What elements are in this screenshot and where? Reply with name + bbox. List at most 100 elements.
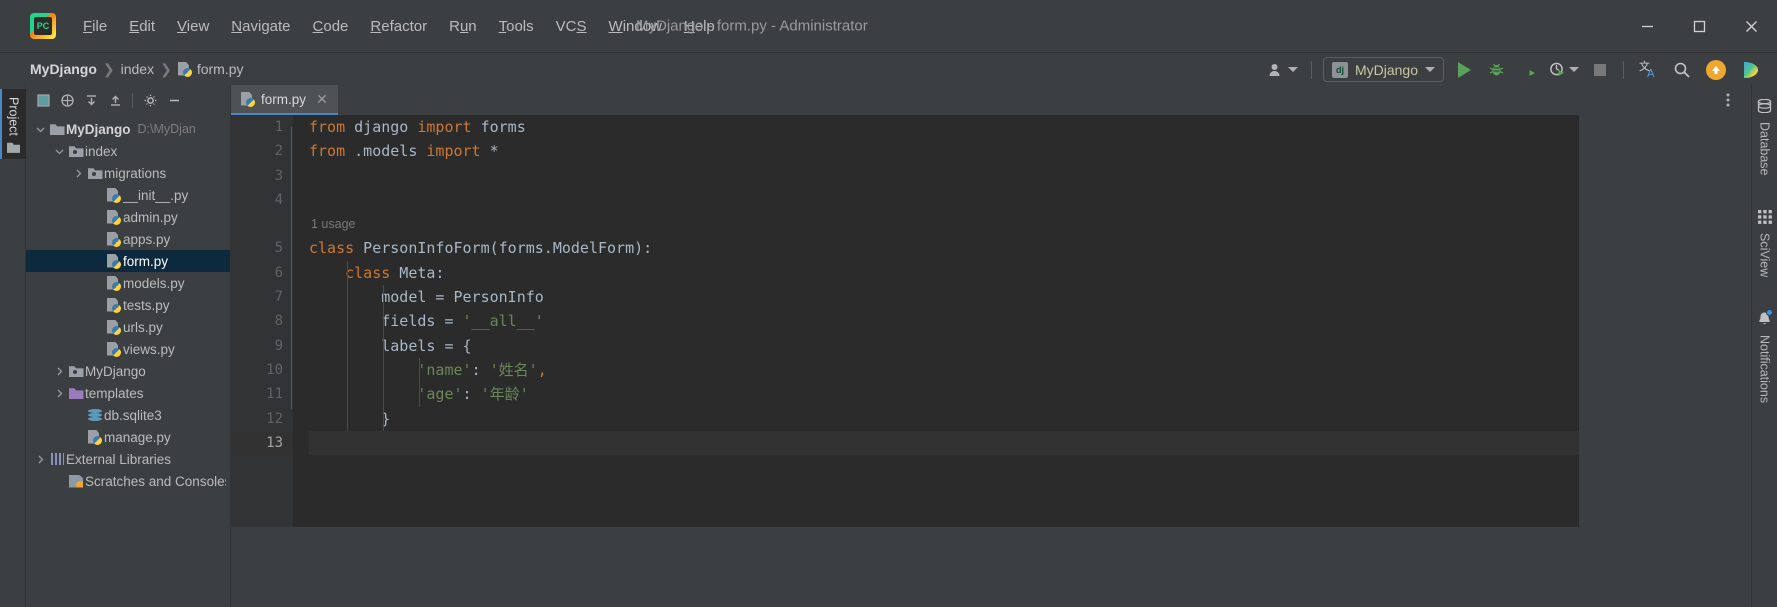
debug-button[interactable]	[1482, 57, 1510, 83]
code-token: django	[345, 118, 418, 136]
tree-item[interactable]: apps.py	[26, 228, 230, 250]
sidebar-item-database[interactable]: Database	[1755, 97, 1774, 178]
chevron-right-icon	[76, 169, 81, 177]
project-tree[interactable]: MyDjango D:\MyDjan index migrations __init__…	[26, 115, 230, 607]
tree-item[interactable]: tests.py	[26, 294, 230, 316]
minimize-button[interactable]	[1621, 0, 1673, 52]
tree-item[interactable]: __init__.py	[26, 184, 230, 206]
code-line[interactable]: 'age': '年龄'	[309, 382, 1751, 406]
tree-item[interactable]: admin.py	[26, 206, 230, 228]
close-button[interactable]	[1725, 0, 1777, 52]
search-everywhere-button[interactable]	[1667, 57, 1697, 83]
code-line[interactable]: 'name': '姓名',	[309, 358, 1751, 382]
translate-button[interactable]: 文 A	[1633, 57, 1663, 83]
sidebar-item-notifications[interactable]: Notifications	[1755, 308, 1774, 405]
menu-item-run[interactable]: Run	[438, 14, 488, 39]
run-button[interactable]	[1450, 57, 1478, 83]
menu-item-refactor[interactable]: Refactor	[359, 14, 438, 39]
tree-item[interactable]: migrations	[26, 162, 230, 184]
code-line[interactable]	[309, 164, 1751, 188]
code-editor[interactable]: 1234 5678910111213 ✔ from django import …	[231, 115, 1751, 607]
chevron-down-icon	[1425, 67, 1435, 72]
code-line[interactable]: labels = {	[309, 334, 1751, 358]
tree-expand-toggle[interactable]	[51, 389, 67, 398]
code-line[interactable]	[309, 188, 1751, 212]
tree-item-icon	[67, 145, 85, 157]
tree-expand-toggle[interactable]	[32, 125, 48, 134]
select-opened-file-button[interactable]	[32, 89, 54, 111]
update-button[interactable]	[1701, 57, 1731, 83]
ide-feature-button[interactable]	[1735, 57, 1765, 83]
sidebar-item-project[interactable]: Project	[0, 89, 26, 159]
menu-item-file[interactable]: File	[72, 14, 118, 39]
tree-expand-toggle[interactable]	[51, 367, 67, 376]
run-configuration-selector[interactable]: dj MyDjango	[1322, 57, 1444, 82]
tree-item[interactable]: MyDjango	[26, 360, 230, 382]
code-token: :	[471, 360, 490, 379]
play-icon	[1457, 61, 1471, 78]
tree-item[interactable]: models.py	[26, 272, 230, 294]
tree-expand-toggle[interactable]	[70, 169, 86, 178]
code-line[interactable]: class Meta:	[309, 261, 1751, 285]
scroll-from-source-button[interactable]	[56, 89, 78, 111]
code-token: 'name'	[417, 360, 472, 379]
tree-item-icon	[105, 298, 123, 313]
menu-item-navigate[interactable]: Navigate	[220, 14, 301, 39]
stop-button[interactable]	[1586, 57, 1614, 83]
tree-expand-toggle[interactable]	[32, 455, 48, 464]
breadcrumb-item-mydjango[interactable]: MyDjango	[26, 60, 101, 78]
code-token: import	[426, 142, 481, 161]
tree-item[interactable]: Scratches and Consoles	[26, 470, 230, 492]
tree-item[interactable]: urls.py	[26, 316, 230, 338]
menu-item-tools[interactable]: Tools	[488, 14, 545, 39]
tree-item[interactable]: External Libraries	[26, 448, 230, 470]
close-icon[interactable]: ✕	[315, 91, 329, 108]
sidebar-item-sciview[interactable]: SciView	[1756, 208, 1774, 279]
code-line[interactable]: fields = '__all__'	[309, 309, 1751, 333]
tree-item[interactable]: MyDjango D:\MyDjan	[26, 118, 230, 140]
editor-tab-bar: form.py ✕	[231, 85, 1751, 115]
code-token: '__all__'	[462, 312, 544, 331]
title-bar: FileEditViewNavigateCodeRefactorRunTools…	[0, 0, 1777, 52]
code-line[interactable]: class PersonInfoForm(forms.ModelForm):	[309, 236, 1751, 260]
account-button[interactable]	[1264, 57, 1302, 83]
chevron-right-icon	[38, 455, 43, 463]
menu-item-vcs[interactable]: VCS	[545, 14, 598, 39]
library-icon	[50, 453, 64, 465]
menu-item-view[interactable]: View	[166, 14, 220, 39]
hide-panel-button[interactable]	[163, 89, 185, 111]
tree-item[interactable]: index	[26, 140, 230, 162]
usage-hint[interactable]: 1 usage	[309, 212, 1751, 236]
tree-item[interactable]: views.py	[26, 338, 230, 360]
tree-expand-toggle[interactable]	[51, 147, 67, 156]
more-options-icon	[1726, 93, 1730, 107]
tree-item-label: MyDjango	[85, 363, 146, 379]
editor-tab-form-py[interactable]: form.py ✕	[231, 85, 339, 115]
expand-all-button[interactable]	[80, 89, 102, 111]
tree-item-label: Scratches and Consoles	[85, 473, 226, 489]
menu-item-edit[interactable]: Edit	[118, 14, 166, 39]
maximize-button[interactable]	[1673, 0, 1725, 52]
breadcrumb-item-form-py[interactable]: form.py	[174, 60, 248, 78]
code-line[interactable]	[309, 430, 1751, 456]
code-line[interactable]: from .models import *	[309, 139, 1751, 163]
code-line[interactable]: model = PersonInfo	[309, 285, 1751, 309]
settings-button[interactable]	[139, 89, 161, 111]
more-options-button[interactable]	[1715, 87, 1741, 113]
source-folder-icon	[68, 146, 84, 157]
line-number: 6	[231, 261, 306, 285]
tree-item[interactable]: db.sqlite3	[26, 404, 230, 426]
collapse-all-button[interactable]	[104, 89, 126, 111]
run-with-coverage-button[interactable]	[1514, 57, 1542, 83]
tree-item[interactable]: templates	[26, 382, 230, 404]
code-line[interactable]: from django import forms	[309, 115, 1751, 139]
profile-button[interactable]	[1546, 57, 1582, 83]
breadcrumb-item-index[interactable]: index	[117, 60, 158, 78]
tree-item[interactable]: form.py	[26, 250, 230, 272]
code-line[interactable]: }	[309, 407, 1751, 431]
code-token: fields =	[309, 312, 463, 331]
folder-icon	[7, 142, 20, 153]
tree-item[interactable]: manage.py	[26, 426, 230, 448]
tree-item-label: tests.py	[123, 297, 170, 313]
menu-item-code[interactable]: Code	[302, 14, 360, 39]
